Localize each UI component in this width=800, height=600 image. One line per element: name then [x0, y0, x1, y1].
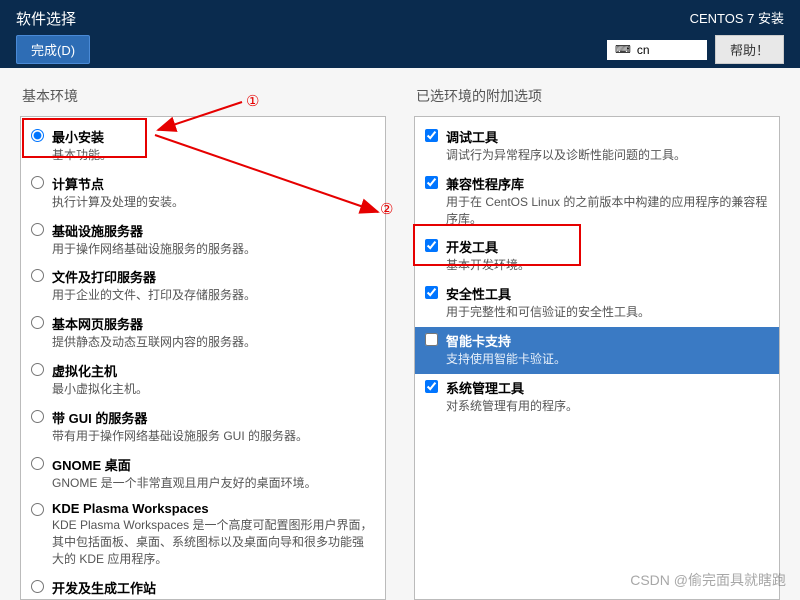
env-item[interactable]: GNOME 桌面 GNOME 是一个非常直观且用户友好的桌面环境。	[21, 451, 385, 498]
env-label: GNOME 桌面	[52, 455, 375, 474]
addon-text: 开发工具 基本开发环境。	[446, 237, 769, 274]
env-label: 开发及生成工作站	[52, 578, 375, 597]
addons-title: 已选环境的附加选项	[414, 86, 780, 106]
env-label: 基础设施服务器	[52, 221, 375, 240]
env-label: 基本网页服务器	[52, 314, 375, 333]
env-label: KDE Plasma Workspaces	[52, 501, 375, 516]
env-item[interactable]: 虚拟化主机 最小虚拟化主机。	[21, 357, 385, 404]
content-area: 基本环境 最小安装 基本功能。 计算节点 执行计算及处理的安装。 基础设施服务器…	[0, 68, 800, 600]
env-label: 最小安装	[52, 127, 375, 146]
addon-checkbox[interactable]	[425, 129, 438, 142]
addons-list[interactable]: 调试工具 调试行为异常程序以及诊断性能问题的工具。 兼容性程序库 用于在 Cen…	[414, 116, 780, 600]
addon-text: 智能卡支持 支持使用智能卡验证。	[446, 331, 769, 368]
addon-checkbox[interactable]	[425, 333, 438, 346]
env-text: KDE Plasma Workspaces KDE Plasma Workspa…	[52, 501, 375, 567]
keyboard-layout-label: cn	[637, 43, 650, 57]
env-text: 基本网页服务器 提供静态及动态互联网内容的服务器。	[52, 314, 375, 351]
addon-checkbox[interactable]	[425, 239, 438, 252]
env-radio[interactable]	[31, 580, 44, 593]
addon-desc: 对系统管理有用的程序。	[446, 398, 769, 415]
addon-desc: 支持使用智能卡验证。	[446, 351, 769, 368]
addon-item[interactable]: 安全性工具 用于完整性和可信验证的安全性工具。	[415, 280, 779, 327]
addon-item[interactable]: 系统管理工具 对系统管理有用的程序。	[415, 374, 779, 421]
env-item[interactable]: 基础设施服务器 用于操作网络基础设施服务的服务器。	[21, 217, 385, 264]
addon-label: 智能卡支持	[446, 331, 769, 350]
addon-checkbox[interactable]	[425, 176, 438, 189]
header-left: 软件选择 完成(D)	[16, 8, 90, 60]
env-item[interactable]: 最小安装 基本功能。	[21, 123, 385, 170]
env-desc: 用于企业的文件、打印及存储服务器。	[52, 287, 375, 304]
env-desc: 提供静态及动态互联网内容的服务器。	[52, 334, 375, 351]
env-desc: GNOME 是一个非常直观且用户友好的桌面环境。	[52, 475, 375, 492]
installer-title: CENTOS 7 安装	[690, 8, 784, 27]
addon-label: 调试工具	[446, 127, 769, 146]
addon-desc: 调试行为异常程序以及诊断性能问题的工具。	[446, 147, 769, 164]
addon-desc: 用于在 CentOS Linux 的之前版本中构建的应用程序的兼容程序库。	[446, 194, 769, 228]
addon-text: 系统管理工具 对系统管理有用的程序。	[446, 378, 769, 415]
env-text: 虚拟化主机 最小虚拟化主机。	[52, 361, 375, 398]
base-env-title: 基本环境	[20, 86, 386, 106]
env-radio[interactable]	[31, 316, 44, 329]
addon-item[interactable]: 开发工具 基本开发环境。	[415, 233, 779, 280]
env-desc: 执行计算及处理的安装。	[52, 194, 375, 211]
env-item[interactable]: 文件及打印服务器 用于企业的文件、打印及存储服务器。	[21, 263, 385, 310]
env-desc: KDE Plasma Workspaces 是一个高度可配置图形用户界面，其中包…	[52, 517, 375, 567]
page-title: 软件选择	[16, 8, 90, 29]
env-item[interactable]: KDE Plasma Workspaces KDE Plasma Workspa…	[21, 497, 385, 573]
env-label: 虚拟化主机	[52, 361, 375, 380]
env-item[interactable]: 基本网页服务器 提供静态及动态互联网内容的服务器。	[21, 310, 385, 357]
addon-label: 系统管理工具	[446, 378, 769, 397]
base-environment-column: 基本环境 最小安装 基本功能。 计算节点 执行计算及处理的安装。 基础设施服务器…	[20, 86, 386, 600]
keyboard-icon: ⌨	[615, 43, 631, 56]
env-radio[interactable]	[31, 223, 44, 236]
addon-checkbox[interactable]	[425, 380, 438, 393]
addon-checkbox[interactable]	[425, 286, 438, 299]
env-radio[interactable]	[31, 410, 44, 423]
header-controls: ⌨ cn 帮助！	[607, 35, 784, 64]
done-button[interactable]: 完成(D)	[16, 35, 90, 64]
addon-label: 兼容性程序库	[446, 174, 769, 193]
env-item[interactable]: 计算节点 执行计算及处理的安装。	[21, 170, 385, 217]
addon-text: 安全性工具 用于完整性和可信验证的安全性工具。	[446, 284, 769, 321]
env-desc: 用于操作网络基础设施服务的服务器。	[52, 241, 375, 258]
addon-desc: 用于完整性和可信验证的安全性工具。	[446, 304, 769, 321]
header-bar: 软件选择 完成(D) CENTOS 7 安装 ⌨ cn 帮助！	[0, 0, 800, 68]
addon-label: 开发工具	[446, 237, 769, 256]
env-desc: 基本功能。	[52, 147, 375, 164]
header-right: CENTOS 7 安装 ⌨ cn 帮助！	[607, 8, 784, 60]
addon-item[interactable]: 兼容性程序库 用于在 CentOS Linux 的之前版本中构建的应用程序的兼容…	[415, 170, 779, 234]
env-text: 基础设施服务器 用于操作网络基础设施服务的服务器。	[52, 221, 375, 258]
env-label: 文件及打印服务器	[52, 267, 375, 286]
env-text: 文件及打印服务器 用于企业的文件、打印及存储服务器。	[52, 267, 375, 304]
help-button[interactable]: 帮助！	[715, 35, 784, 64]
addon-item[interactable]: 调试工具 调试行为异常程序以及诊断性能问题的工具。	[415, 123, 779, 170]
addon-text: 兼容性程序库 用于在 CentOS Linux 的之前版本中构建的应用程序的兼容…	[446, 174, 769, 228]
env-radio[interactable]	[31, 503, 44, 516]
env-text: 计算节点 执行计算及处理的安装。	[52, 174, 375, 211]
env-radio[interactable]	[31, 129, 44, 142]
env-radio[interactable]	[31, 457, 44, 470]
env-radio[interactable]	[31, 176, 44, 189]
env-radio[interactable]	[31, 363, 44, 376]
env-text: 开发及生成工作站 用于软件、硬件、图形或者内容开发的工作站。	[52, 578, 375, 600]
env-text: 最小安装 基本功能。	[52, 127, 375, 164]
addon-label: 安全性工具	[446, 284, 769, 303]
base-env-list[interactable]: 最小安装 基本功能。 计算节点 执行计算及处理的安装。 基础设施服务器 用于操作…	[20, 116, 386, 600]
env-label: 计算节点	[52, 174, 375, 193]
env-radio[interactable]	[31, 269, 44, 282]
addon-desc: 基本开发环境。	[446, 257, 769, 274]
addon-text: 调试工具 调试行为异常程序以及诊断性能问题的工具。	[446, 127, 769, 164]
env-desc: 最小虚拟化主机。	[52, 381, 375, 398]
addon-item[interactable]: 智能卡支持 支持使用智能卡验证。	[415, 327, 779, 374]
env-item[interactable]: 带 GUI 的服务器 带有用于操作网络基础设施服务 GUI 的服务器。	[21, 404, 385, 451]
env-item[interactable]: 开发及生成工作站 用于软件、硬件、图形或者内容开发的工作站。	[21, 574, 385, 600]
keyboard-layout-selector[interactable]: ⌨ cn	[607, 40, 707, 60]
env-text: 带 GUI 的服务器 带有用于操作网络基础设施服务 GUI 的服务器。	[52, 408, 375, 445]
env-desc: 带有用于操作网络基础设施服务 GUI 的服务器。	[52, 428, 375, 445]
addons-column: 已选环境的附加选项 调试工具 调试行为异常程序以及诊断性能问题的工具。 兼容性程…	[414, 86, 780, 600]
env-text: GNOME 桌面 GNOME 是一个非常直观且用户友好的桌面环境。	[52, 455, 375, 492]
env-label: 带 GUI 的服务器	[52, 408, 375, 427]
